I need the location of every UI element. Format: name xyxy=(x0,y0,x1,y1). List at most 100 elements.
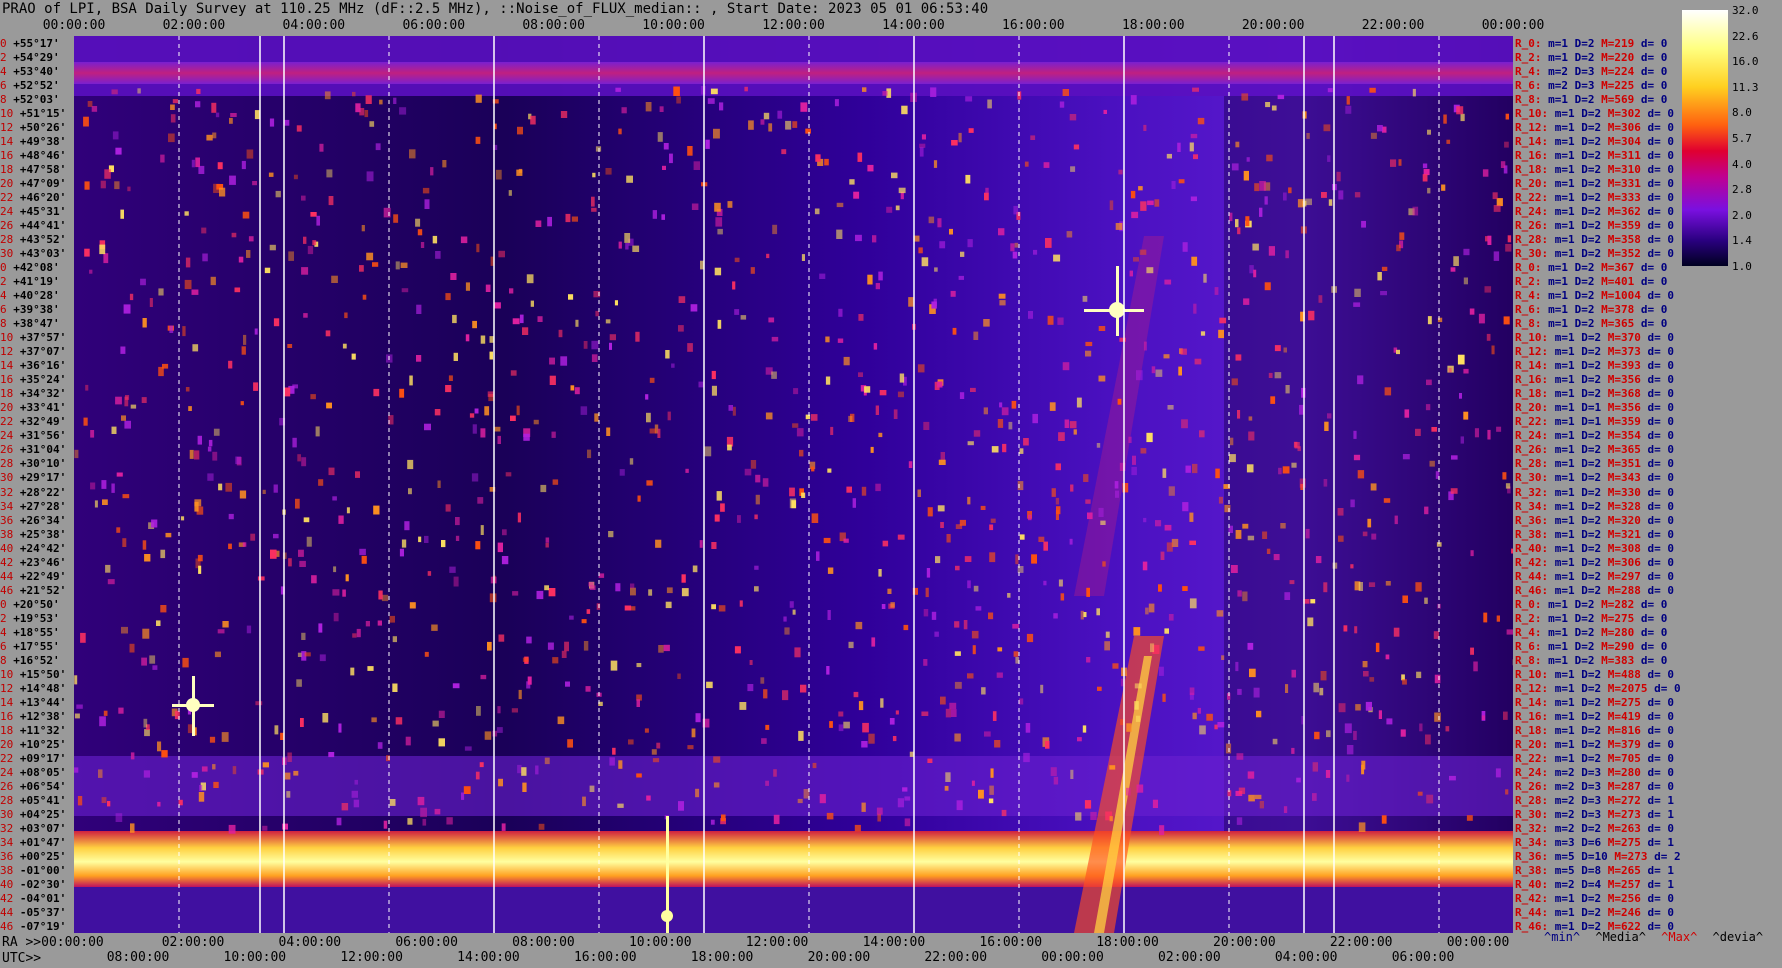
noise-speck xyxy=(1305,528,1310,539)
noise-speck xyxy=(605,168,612,175)
noise-speck xyxy=(685,468,689,473)
noise-speck xyxy=(1235,530,1242,539)
beam-index: 20 xyxy=(0,401,20,415)
noise-speck xyxy=(445,504,451,512)
noise-speck xyxy=(878,271,883,281)
noise-speck xyxy=(505,472,512,477)
noise-speck xyxy=(328,196,334,206)
noise-speck xyxy=(85,384,89,391)
ra-tick-label: 14:00:00 xyxy=(862,935,926,950)
noise-speck xyxy=(1307,617,1314,627)
row-stat-field: m=3 xyxy=(1554,835,1582,849)
row-stat-field: R_6: xyxy=(1515,639,1549,653)
noise-speck xyxy=(296,125,302,132)
noise-speck xyxy=(264,267,271,274)
row-stat-field: m=2 xyxy=(1554,821,1582,835)
noise-speck xyxy=(926,568,931,578)
noise-speck xyxy=(1237,688,1242,695)
noise-speck xyxy=(424,651,429,657)
row-stat-field: R_10: xyxy=(1515,107,1555,121)
noise-speck xyxy=(646,412,651,423)
noise-speck xyxy=(144,554,151,562)
beam-index: 16 xyxy=(0,709,20,723)
declination-label: 16 +35°24' xyxy=(0,373,67,387)
noise-speck xyxy=(1423,169,1430,176)
noise-speck xyxy=(94,500,98,508)
row-stat-field: d= 0 xyxy=(1647,569,1675,583)
noise-speck xyxy=(326,169,333,178)
noise-speck xyxy=(1496,426,1502,432)
row-stat: R_2: m=1 D=2 M=401 d= 0 xyxy=(1515,276,1667,287)
row-stat: R_14: m=1 D=2 M=393 d= 0 xyxy=(1515,360,1674,371)
row-stat-field: D=2 xyxy=(1581,387,1608,401)
noise-speck xyxy=(1160,551,1165,560)
noise-speck xyxy=(707,98,715,104)
declination-label: 4 +53°40' xyxy=(0,65,60,79)
declination-label: 10 +51°15' xyxy=(0,107,67,121)
noise-speck xyxy=(449,566,456,573)
beam-index: 10 xyxy=(0,331,20,345)
noise-speck xyxy=(1460,113,1465,122)
row-stat-field: D=2 xyxy=(1581,205,1608,219)
noise-speck xyxy=(104,169,111,179)
beam-index: 28 xyxy=(0,233,20,247)
noise-speck xyxy=(801,254,805,261)
noise-speck xyxy=(838,711,844,717)
noise-speck xyxy=(881,604,886,609)
row-stat-field: R_16: xyxy=(1515,149,1555,163)
noise-speck xyxy=(351,353,356,360)
noise-speck xyxy=(307,245,314,255)
noise-speck xyxy=(892,736,897,742)
row-stat-field: D=2 xyxy=(1581,667,1608,681)
noise-speck xyxy=(143,718,148,728)
noise-speck xyxy=(415,218,421,227)
noise-speck xyxy=(1230,565,1238,573)
noise-speck xyxy=(1217,722,1225,728)
noise-speck xyxy=(591,207,597,212)
row-stat-field: m=1 xyxy=(1554,387,1582,401)
noise-speck xyxy=(1001,407,1009,416)
noise-speck xyxy=(346,507,350,514)
noise-speck xyxy=(1314,731,1320,740)
beam-index: 16 xyxy=(0,373,20,387)
noise-speck xyxy=(219,187,226,197)
noise-speck xyxy=(1446,139,1451,144)
noise-speck xyxy=(1493,251,1500,261)
row-stat-field: D=2 xyxy=(1581,233,1608,247)
row-stat-field: D=2 xyxy=(1581,555,1608,569)
noise-speck xyxy=(182,326,186,337)
noise-speck xyxy=(1197,707,1201,714)
noise-speck xyxy=(782,690,789,701)
noise-speck xyxy=(1500,161,1506,168)
noise-speck xyxy=(878,569,882,577)
noise-speck xyxy=(101,480,107,489)
row-stat-field: D=2 xyxy=(1581,219,1608,233)
noise-speck xyxy=(1415,582,1422,592)
noise-speck xyxy=(242,542,247,547)
noise-speck xyxy=(212,764,216,770)
row-stat: R_42: m=1 D=2 M=256 d= 0 xyxy=(1515,893,1674,904)
noise-speck xyxy=(472,320,477,329)
noise-speck xyxy=(1291,462,1297,468)
row-stat-field: d= 0 xyxy=(1647,135,1675,149)
noise-speck xyxy=(1354,288,1361,297)
noise-speck xyxy=(475,136,481,144)
noise-speck xyxy=(1463,368,1469,374)
noise-speck xyxy=(1189,512,1194,522)
noise-speck xyxy=(107,579,115,585)
noise-speck xyxy=(1496,198,1503,207)
noise-speck xyxy=(624,605,632,611)
row-stat: R_20: m=1 D=2 M=331 d= 0 xyxy=(1515,178,1674,189)
row-stat-field: m=5 xyxy=(1554,849,1582,863)
row-stat-field: R_4: xyxy=(1515,289,1549,303)
declination-label: 28 +30°10' xyxy=(0,457,67,471)
row-stat-field: d= 0 xyxy=(1647,723,1675,737)
row-stat-field: D=2 xyxy=(1581,541,1608,555)
noise-speck xyxy=(1098,375,1106,382)
row-stat-field: M=220 xyxy=(1601,51,1641,65)
noise-speck xyxy=(960,251,965,257)
colorbar-tick-label: 1.4 xyxy=(1732,234,1752,248)
noise-speck xyxy=(711,385,717,396)
noise-speck xyxy=(754,514,758,520)
noise-speck xyxy=(1249,668,1256,678)
